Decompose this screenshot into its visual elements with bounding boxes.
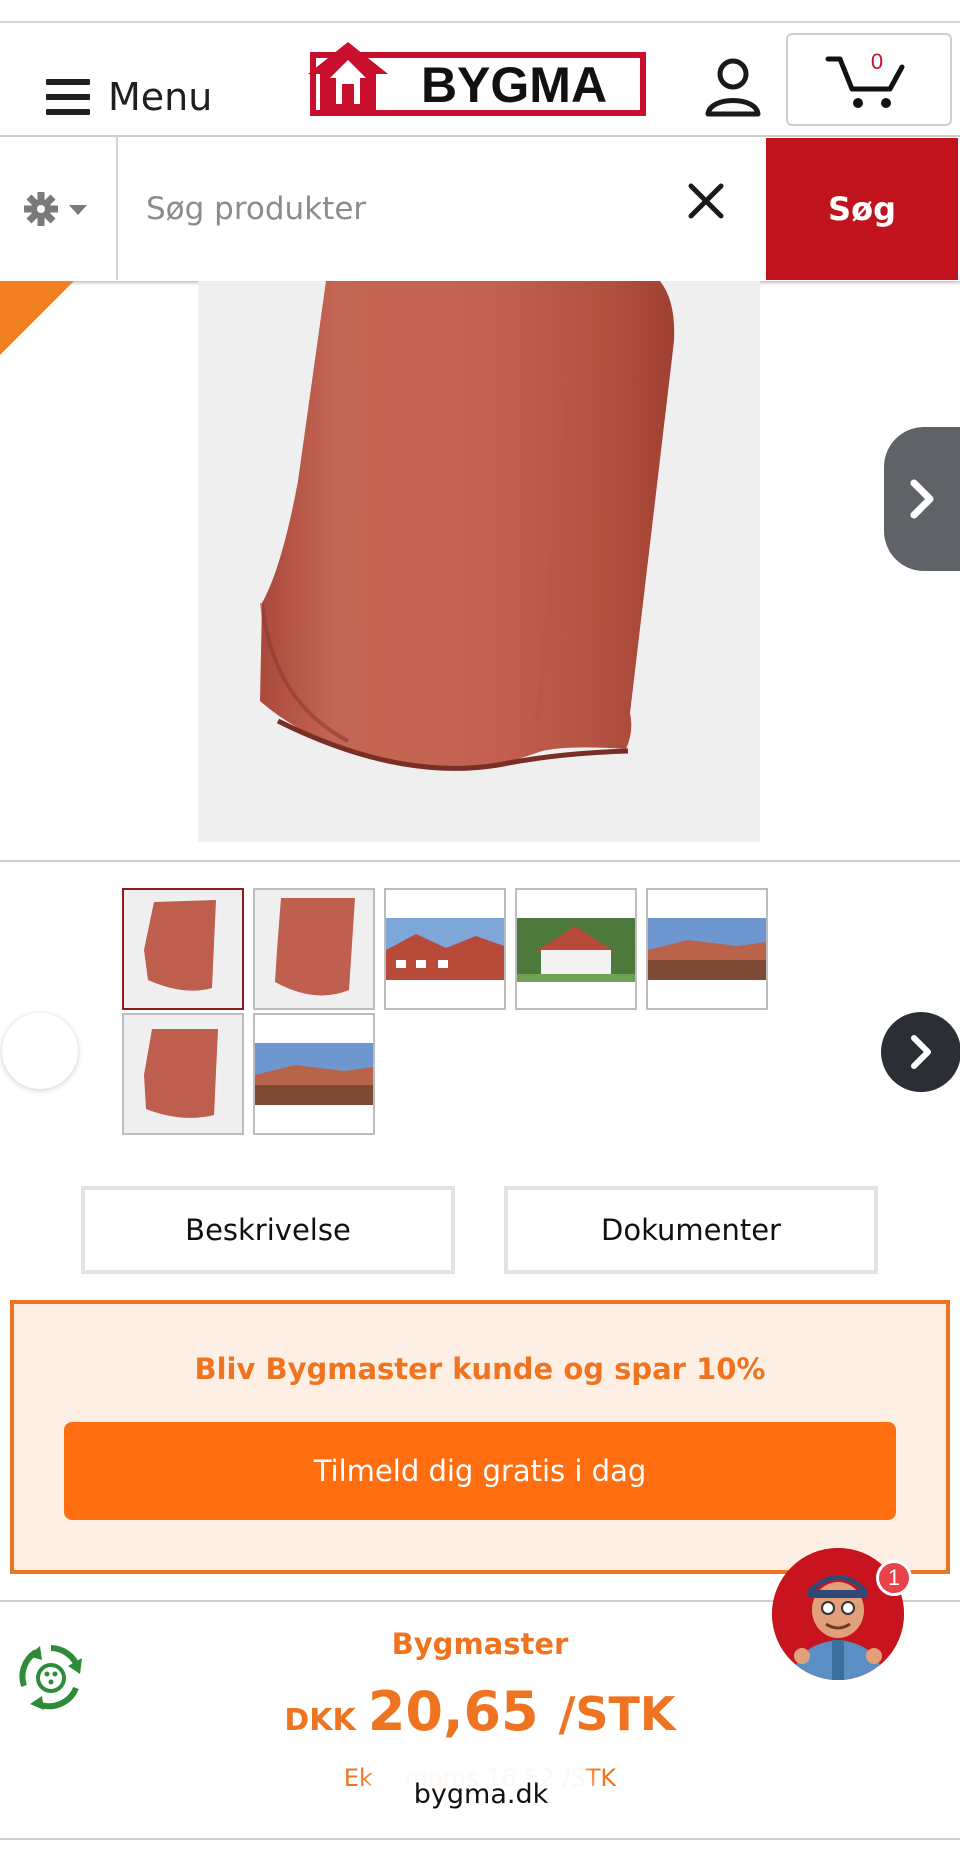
product-image[interactable]	[198, 281, 760, 842]
menu-label: Menu	[108, 75, 213, 119]
menu-button[interactable]: Menu	[46, 72, 212, 122]
corner-ribbon	[0, 281, 74, 355]
chevron-right-icon	[910, 479, 934, 519]
hamburger-icon	[46, 79, 90, 115]
next-section-heading-cutoff	[380, 1850, 580, 1867]
cart-button[interactable]: 0	[786, 33, 952, 126]
thumbnails-prev-button[interactable]	[2, 1013, 78, 1089]
gallery-divider	[0, 860, 960, 862]
user-icon[interactable]	[700, 56, 766, 120]
bygma-logo[interactable]: BYGMA	[306, 40, 650, 120]
signup-button[interactable]: Tilmeld dig gratis i dag	[64, 1422, 896, 1520]
cart-count: 0	[870, 49, 884, 74]
price-currency: DKK	[284, 1703, 356, 1738]
tab-dokumenter[interactable]: Dokumenter	[504, 1186, 878, 1274]
chevron-right-icon	[911, 1035, 931, 1069]
thumbnail[interactable]	[253, 888, 375, 1010]
price: DKK 20,65/STK	[0, 1680, 960, 1743]
browser-url-pill[interactable]: bygma.dk	[370, 1756, 592, 1832]
chat-notification-badge: 1	[876, 1560, 912, 1596]
search-input[interactable]	[120, 137, 680, 280]
image-next-button[interactable]	[884, 427, 960, 571]
logo-text: BYGMA	[421, 57, 607, 113]
search-button[interactable]: Søg	[766, 138, 958, 280]
thumbnail[interactable]	[122, 1013, 244, 1135]
close-icon[interactable]	[680, 175, 732, 227]
section-divider	[0, 1838, 960, 1840]
thumbnail[interactable]	[253, 1013, 375, 1135]
tab-beskrivelse[interactable]: Beskrivelse	[81, 1186, 455, 1274]
thumbnail[interactable]	[122, 888, 244, 1010]
thumbnail[interactable]	[646, 888, 768, 1010]
price-value: 20,65	[367, 1680, 539, 1743]
price-unit: /STK	[558, 1687, 676, 1741]
thumbnail[interactable]	[384, 888, 506, 1010]
thumbnails-next-button[interactable]	[881, 1012, 960, 1092]
chevron-down-icon	[69, 204, 87, 215]
thumbnail[interactable]	[515, 888, 637, 1010]
search-filter-dropdown[interactable]	[0, 137, 118, 280]
promo-title: Bliv Bygmaster kunde og spar 10%	[194, 1352, 766, 1386]
gear-icon	[24, 191, 87, 226]
